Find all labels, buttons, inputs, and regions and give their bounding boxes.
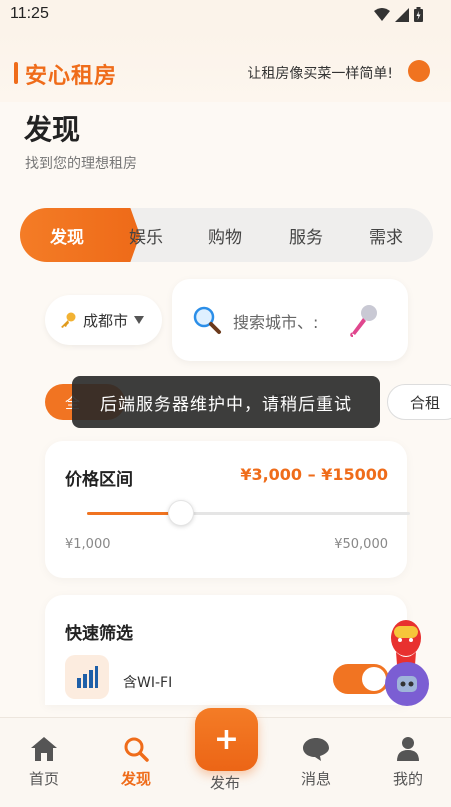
quick-filter-label: 快速筛选 <box>65 624 133 644</box>
nav-messages-label: 消息 <box>300 770 331 788</box>
price-range-card: 价格区间 ¥3,000 – ¥15000 ¥1,000 ¥50,000 <box>45 441 410 578</box>
header-avatar-dot[interactable] <box>408 60 430 82</box>
app-header: 安心租房 让租房像买菜一样简单! <box>0 30 451 102</box>
search-icon <box>124 737 149 762</box>
city-label: 成都市 <box>83 311 129 330</box>
nav-discover-label: 发现 <box>120 770 151 788</box>
nav-home[interactable]: 首页 <box>14 736 74 789</box>
page-subtitle: 找到您的理想租房 <box>25 156 137 172</box>
header-slogan: 让租房像买菜一样简单! <box>247 66 393 82</box>
price-slider-thumb[interactable] <box>167 500 194 526</box>
chevron-down-icon <box>134 316 145 324</box>
wifi-icon <box>374 7 390 21</box>
wifi-signal-icon <box>77 666 98 688</box>
microphone-icon[interactable] <box>348 303 380 337</box>
wifi-filter-label: 含WI-FI <box>123 675 173 691</box>
tab-discover[interactable]: 发现 <box>20 208 140 262</box>
price-slider[interactable] <box>87 500 410 526</box>
brand-title: 安心租房 <box>25 64 118 89</box>
price-slider-fill <box>87 512 181 515</box>
chip-shared[interactable]: 合租 <box>387 384 451 420</box>
status-icons <box>374 7 423 22</box>
price-min-label: ¥1,000 <box>65 537 111 552</box>
battery-icon <box>414 7 423 22</box>
price-max-label: ¥50,000 <box>334 537 388 552</box>
nav-mine[interactable]: 我的 <box>378 736 438 789</box>
search-input[interactable]: 搜索城市、: <box>233 309 333 333</box>
chat-bubble-icon <box>303 738 329 761</box>
key-icon <box>61 312 76 328</box>
tab-needs[interactable]: 需求 <box>369 223 403 248</box>
nav-publish-label: 发布 <box>210 774 241 792</box>
home-icon <box>31 737 57 761</box>
plus-icon: + <box>213 722 240 757</box>
signal-icon <box>395 7 409 22</box>
tab-shopping[interactable]: 购物 <box>208 223 242 248</box>
wifi-icon-box <box>65 655 109 699</box>
tab-services[interactable]: 服务 <box>289 223 323 248</box>
page-title: 发现 <box>24 113 81 146</box>
publish-button[interactable]: + <box>195 708 258 771</box>
tab-entertainment[interactable]: 娱乐 <box>129 223 163 248</box>
category-tabs: 发现 娱乐 购物 服务 需求 <box>20 208 433 262</box>
brand-accent-bar <box>14 62 18 84</box>
nav-messages[interactable]: 消息 <box>286 736 346 789</box>
status-time: 11:25 <box>10 5 49 22</box>
status-bar: 11:25 <box>0 0 451 30</box>
nav-discover[interactable]: 发现 <box>106 736 166 789</box>
user-icon <box>397 737 419 761</box>
quick-filter-card: 快速筛选 含WI-FI <box>45 595 407 705</box>
search-box[interactable]: 搜索城市、: <box>172 279 408 361</box>
nav-home-label: 首页 <box>28 770 59 788</box>
city-selector[interactable]: 成都市 <box>45 295 162 345</box>
price-range-value: ¥3,000 – ¥15000 <box>240 465 388 484</box>
nav-mine-label: 我的 <box>392 770 423 788</box>
mascot-assistant-icon[interactable] <box>378 618 434 708</box>
search-icon <box>193 306 221 334</box>
toast-message: 后端服务器维护中，请稍后重试 <box>72 376 380 428</box>
price-label: 价格区间 <box>65 470 133 490</box>
